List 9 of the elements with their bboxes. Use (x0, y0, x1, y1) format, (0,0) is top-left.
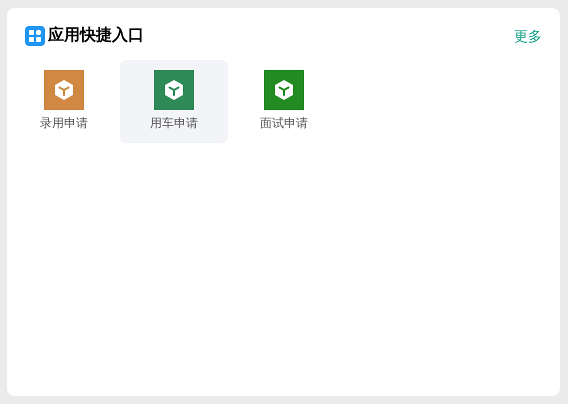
app-shortcut[interactable]: 用车申请 (120, 60, 228, 143)
app-label: 用车申请 (150, 115, 198, 132)
cube-icon (163, 79, 185, 101)
cube-icon (273, 79, 295, 101)
card-title: 应用快捷入口 (48, 25, 144, 46)
app-label: 面试申请 (260, 115, 308, 132)
app-label: 录用申请 (40, 115, 88, 132)
cube-icon (53, 79, 75, 101)
grid-icon (25, 26, 45, 46)
